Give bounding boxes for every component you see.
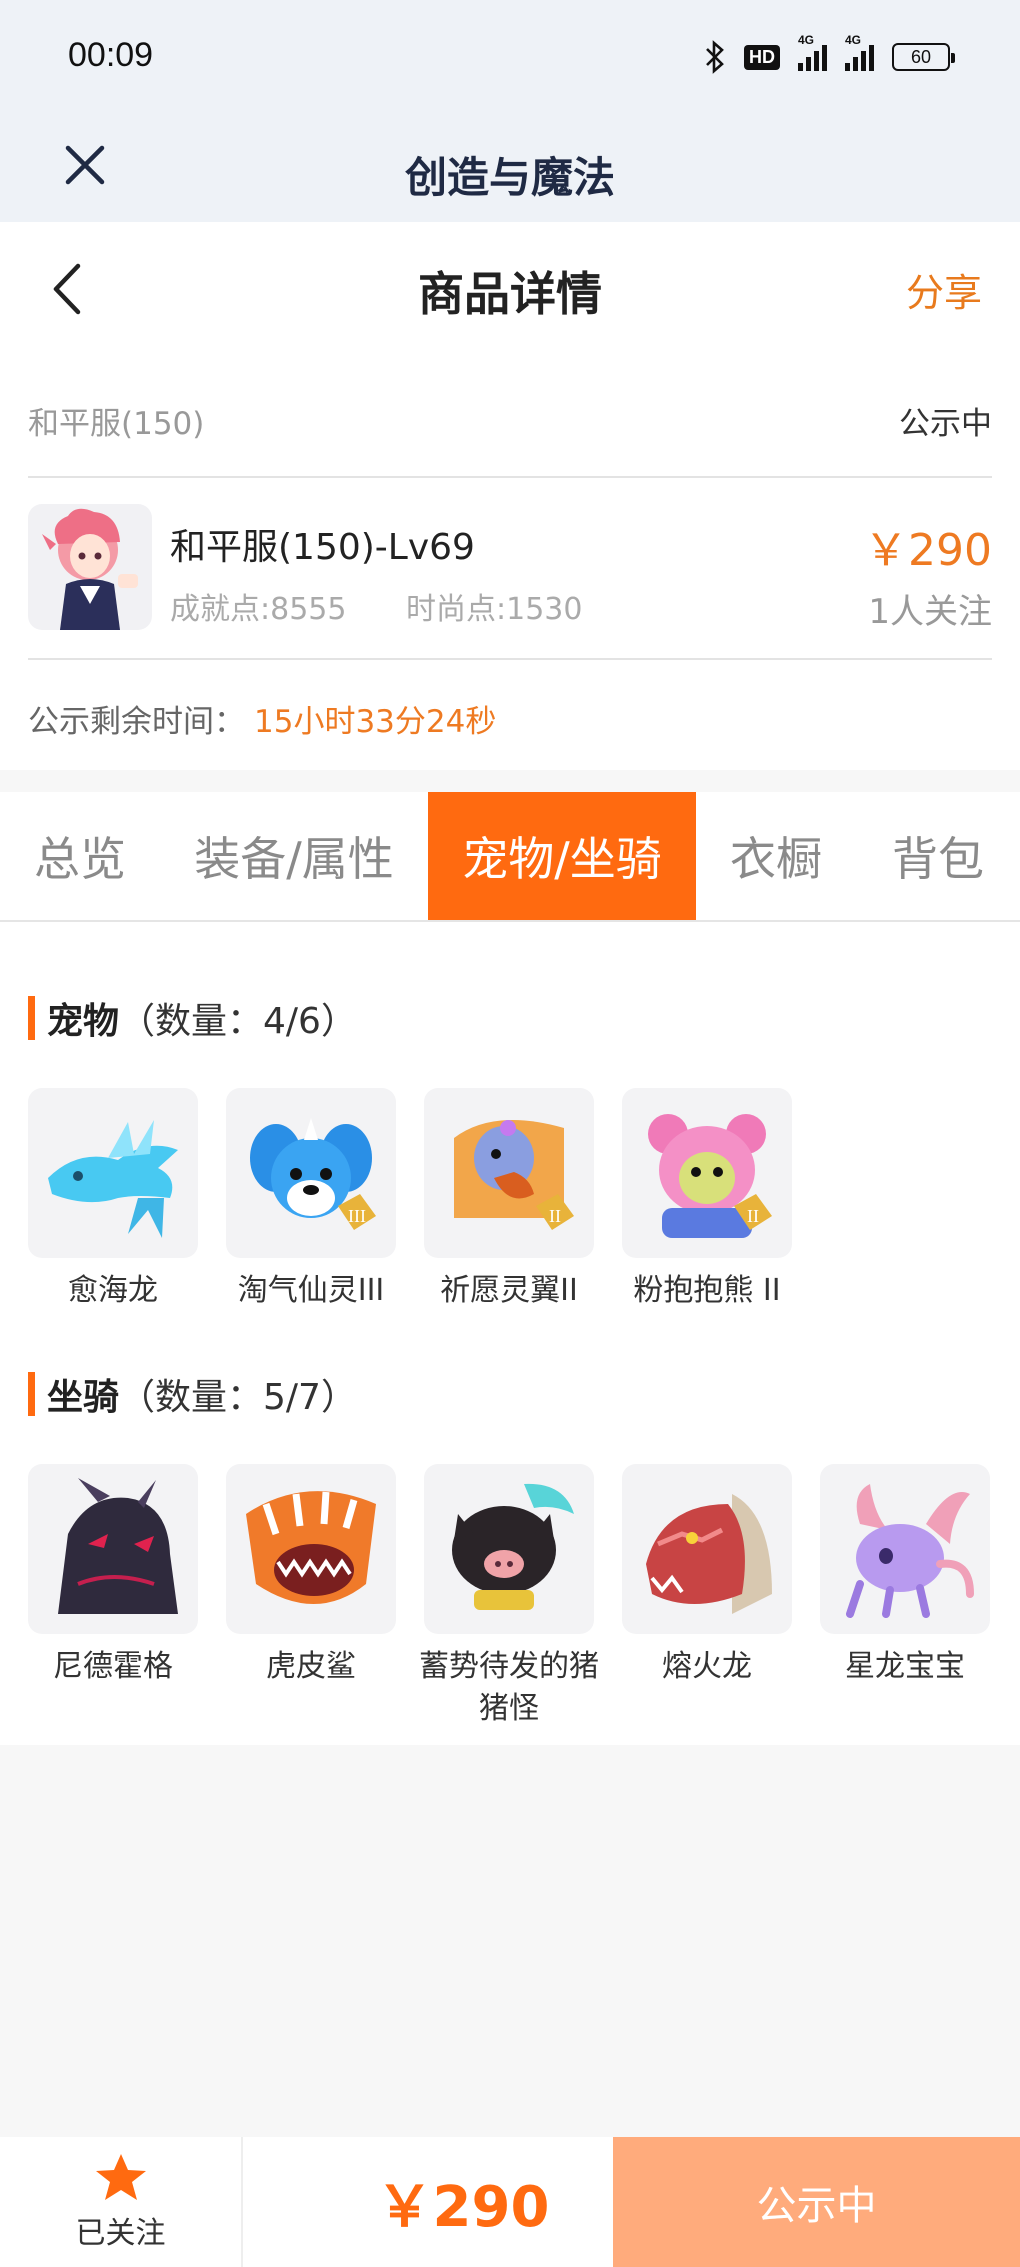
pet-item[interactable]: II 祈愿灵翼II bbox=[424, 1088, 594, 1312]
pets-grid: 愈海龙 III 淘气仙灵III II 祈愿灵翼II II 粉抱抱熊 II bbox=[28, 1088, 792, 1312]
pink-bear-icon: II bbox=[622, 1088, 792, 1258]
status-button[interactable]: 公示中 bbox=[613, 2137, 1020, 2267]
tab-wardrobe[interactable]: 衣橱 bbox=[696, 792, 856, 920]
listing-price: ￥290 bbox=[864, 525, 992, 576]
app-title: 创造与魔法 bbox=[404, 153, 615, 202]
listing-item[interactable]: 和平服(150)-Lv69 成就点:8555 时尚点:1530 ￥290 1人关… bbox=[28, 478, 992, 660]
mount-item[interactable]: 星龙宝宝 bbox=[820, 1464, 990, 1730]
app-bar: 创造与魔法 bbox=[0, 118, 1020, 222]
battery-icon: 60 bbox=[892, 43, 955, 71]
hd-badge: HD bbox=[744, 44, 780, 70]
follow-button[interactable]: 已关注 bbox=[0, 2137, 243, 2267]
listing-status: 公示中 bbox=[899, 406, 992, 442]
pets-mounts-panel: 宠物 （数量：4/6） 愈海龙 III 淘气仙灵III II 祈愿灵翼II II… bbox=[0, 922, 1020, 1745]
sea-dragon-icon bbox=[28, 1088, 198, 1258]
pig-monster-icon bbox=[424, 1464, 594, 1634]
mount-item[interactable]: 尼德霍格 bbox=[28, 1464, 198, 1730]
listing-name: 和平服(150)-Lv69 bbox=[170, 527, 475, 568]
pets-heading: 宠物 （数量：4/6） bbox=[28, 992, 357, 1044]
battery-level: 60 bbox=[910, 46, 932, 67]
pet-name: 淘气仙灵III bbox=[237, 1273, 385, 1308]
status-icons: HD 4G 4G 60 bbox=[704, 33, 955, 74]
bottom-bar: 已关注 ￥290 公示中 bbox=[0, 2137, 1020, 2267]
mount-item[interactable]: 熔火龙 bbox=[622, 1464, 792, 1730]
signal-icon-1: 4G bbox=[798, 33, 827, 71]
mount-item[interactable]: 蓄势待发的猪猪怪 bbox=[419, 1464, 599, 1730]
tab-backpack[interactable]: 背包 bbox=[856, 792, 1020, 920]
svg-text:III: III bbox=[348, 1206, 366, 1226]
section-marker bbox=[28, 1372, 35, 1416]
achievement-points: 成就点:8555 bbox=[170, 592, 347, 627]
tab-equipment[interactable]: 装备/属性 bbox=[160, 792, 428, 920]
share-button[interactable]: 分享 bbox=[906, 262, 982, 317]
signal-icon-2: 4G bbox=[845, 33, 874, 71]
tab-bar: 总览 装备/属性 宠物/坐骑 衣橱 背包 bbox=[0, 792, 1020, 922]
mounts-title: 坐骑 bbox=[47, 1377, 120, 1418]
svg-text:II: II bbox=[747, 1206, 759, 1226]
mount-name: 虎皮鲨 bbox=[266, 1649, 356, 1684]
pet-name: 粉抱抱熊 II bbox=[633, 1273, 781, 1308]
page-title: 商品详情 bbox=[418, 267, 602, 321]
tiger-shark-icon bbox=[226, 1464, 396, 1634]
bluetooth-icon bbox=[706, 40, 724, 74]
svg-text:II: II bbox=[549, 1206, 561, 1226]
pets-count: （数量：4/6） bbox=[119, 1001, 357, 1042]
character-avatar bbox=[28, 504, 152, 630]
blue-puppy-icon: III bbox=[226, 1088, 396, 1258]
fashion-points: 时尚点:1530 bbox=[406, 592, 583, 627]
star-icon bbox=[95, 2154, 146, 2200]
tab-pets-mounts[interactable]: 宠物/坐骑 bbox=[428, 792, 696, 920]
mount-name: 星龙宝宝 bbox=[845, 1649, 965, 1684]
nav-bar: 商品详情 分享 bbox=[0, 222, 1020, 352]
pet-name: 祈愿灵翼II bbox=[440, 1273, 578, 1308]
bottom-price: ￥290 bbox=[376, 2174, 550, 2240]
pet-item[interactable]: III 淘气仙灵III bbox=[226, 1088, 396, 1312]
mount-name: 蓄势待发的猪猪怪 bbox=[419, 1649, 599, 1726]
pets-title: 宠物 bbox=[47, 1001, 120, 1042]
listing-panel: 商品详情 分享 和平服(150) 公示中 和平服(150)-Lv69 成就点:8… bbox=[0, 222, 1020, 770]
mounts-grid: 尼德霍格 虎皮鲨 蓄势待发的猪猪怪 熔火龙 星龙宝宝 bbox=[28, 1464, 990, 1730]
follow-label: 已关注 bbox=[75, 2216, 166, 2251]
section-marker bbox=[28, 996, 35, 1040]
countdown-label: 公示剩余时间： bbox=[28, 704, 245, 740]
pet-name: 愈海龙 bbox=[68, 1273, 158, 1308]
star-dragon-baby-icon bbox=[820, 1464, 990, 1634]
server-row: 和平服(150) 公示中 bbox=[28, 352, 992, 478]
status-time: 00:09 bbox=[68, 36, 154, 74]
lava-dragon-icon bbox=[622, 1464, 792, 1634]
mounts-count: （数量：5/7） bbox=[119, 1377, 357, 1418]
mount-item[interactable]: 虎皮鲨 bbox=[226, 1464, 396, 1730]
mount-name: 熔火龙 bbox=[662, 1649, 752, 1684]
griffin-icon: II bbox=[424, 1088, 594, 1258]
mounts-heading: 坐骑 （数量：5/7） bbox=[28, 1368, 357, 1420]
pet-item[interactable]: II 粉抱抱熊 II bbox=[622, 1088, 792, 1312]
countdown-row: 公示剩余时间： 15小时33分24秒 bbox=[28, 660, 992, 770]
countdown-value: 15小时33分24秒 bbox=[254, 704, 497, 740]
pet-item[interactable]: 愈海龙 bbox=[28, 1088, 198, 1312]
mount-name: 尼德霍格 bbox=[53, 1649, 173, 1684]
follower-count: 1人关注 bbox=[868, 592, 992, 632]
tab-overview[interactable]: 总览 bbox=[0, 792, 160, 920]
status-bar: 00:09 HD 4G 4G 60 bbox=[0, 0, 1020, 118]
server-name: 和平服(150) bbox=[28, 406, 205, 442]
dark-dragon-icon bbox=[28, 1464, 198, 1634]
